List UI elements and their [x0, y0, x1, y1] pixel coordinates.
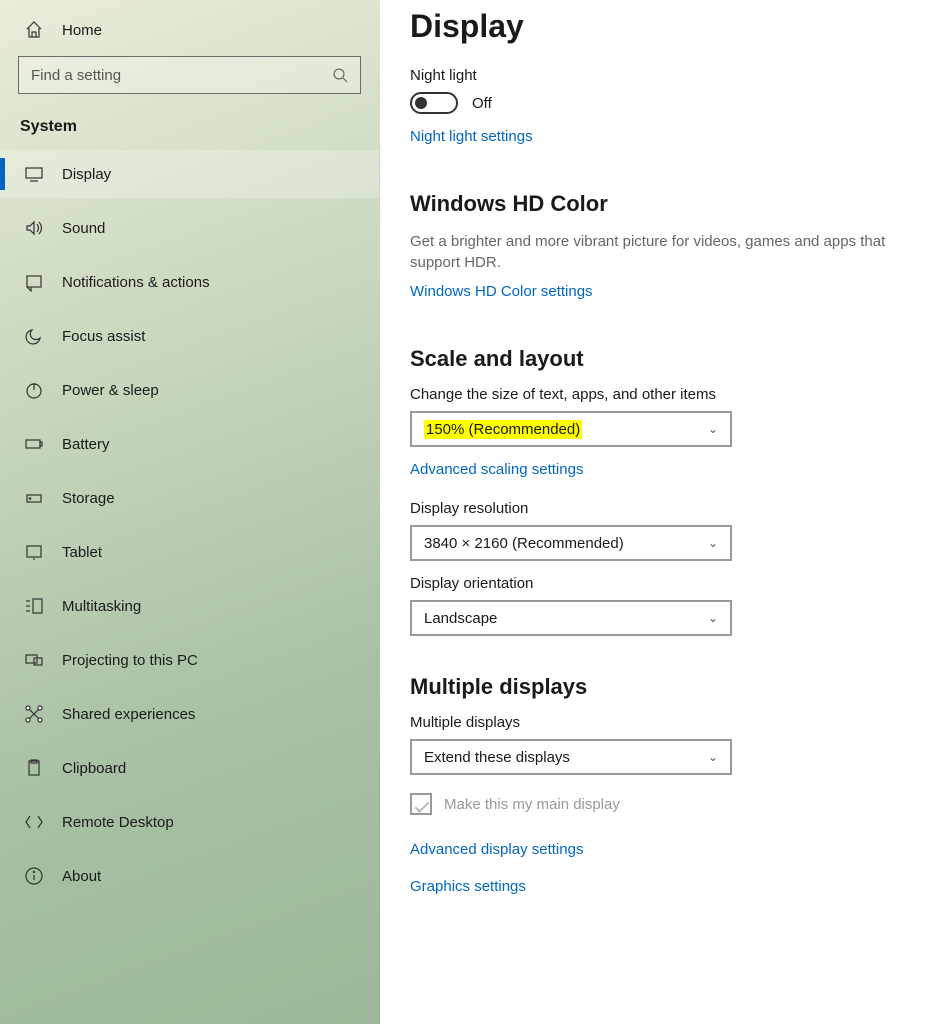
sidebar-item-label: Projecting to this PC: [62, 652, 198, 669]
main-display-checkbox-row: Make this my main display: [410, 793, 899, 815]
sidebar-item-projecting[interactable]: Projecting to this PC: [0, 636, 379, 684]
sidebar-item-display[interactable]: Display: [0, 150, 379, 198]
nightlight-toggle-row: Off: [410, 92, 899, 114]
sidebar-item-notifications[interactable]: Notifications & actions: [0, 258, 379, 306]
sidebar-item-label: Display: [62, 166, 111, 183]
chevron-down-icon: ⌄: [708, 750, 718, 764]
sidebar-item-multitasking[interactable]: Multitasking: [0, 582, 379, 630]
sidebar-item-sound[interactable]: Sound: [0, 204, 379, 252]
notifications-icon: [24, 272, 44, 292]
display-icon: [24, 164, 44, 184]
sidebar-item-label: Sound: [62, 220, 105, 237]
nightlight-label: Night light: [410, 67, 899, 84]
resolution-dropdown[interactable]: 3840 × 2160 (Recommended) ⌄: [410, 525, 732, 561]
nightlight-toggle[interactable]: [410, 92, 458, 114]
main-display-checkbox: [410, 793, 432, 815]
main-content: Display Night light Off Night light sett…: [380, 0, 929, 1024]
dropdown-value: Extend these displays: [424, 749, 570, 766]
scale-size-dropdown[interactable]: 150% (Recommended) ⌄: [410, 411, 732, 447]
focus-assist-icon: [24, 326, 44, 346]
orientation-dropdown[interactable]: Landscape ⌄: [410, 600, 732, 636]
sidebar-item-label: About: [62, 868, 101, 885]
sidebar-item-storage[interactable]: Storage: [0, 474, 379, 522]
storage-icon: [24, 488, 44, 508]
sidebar-item-label: Remote Desktop: [62, 814, 174, 831]
chevron-down-icon: ⌄: [708, 422, 718, 436]
home-label: Home: [62, 22, 102, 39]
hdcolor-desc: Get a brighter and more vibrant picture …: [410, 231, 899, 273]
dropdown-value: 3840 × 2160 (Recommended): [424, 535, 624, 552]
dropdown-value: 150% (Recommended): [424, 420, 582, 439]
page-title: Display: [410, 8, 899, 45]
sidebar: Home System Display Sound Notifications …: [0, 0, 380, 1024]
multiple-displays-dropdown[interactable]: Extend these displays ⌄: [410, 739, 732, 775]
sidebar-item-tablet[interactable]: Tablet: [0, 528, 379, 576]
advanced-display-link[interactable]: Advanced display settings: [410, 841, 899, 858]
multiple-displays-label: Multiple displays: [410, 714, 899, 731]
sidebar-item-battery[interactable]: Battery: [0, 420, 379, 468]
nightlight-state: Off: [472, 95, 492, 112]
sidebar-item-label: Storage: [62, 490, 115, 507]
search-input[interactable]: [31, 67, 332, 84]
sidebar-item-clipboard[interactable]: Clipboard: [0, 744, 379, 792]
sound-icon: [24, 218, 44, 238]
remote-desktop-icon: [24, 812, 44, 832]
projecting-icon: [24, 650, 44, 670]
scale-size-label: Change the size of text, apps, and other…: [410, 386, 899, 403]
home-icon: [24, 20, 44, 40]
chevron-down-icon: ⌄: [708, 536, 718, 550]
shared-experiences-icon: [24, 704, 44, 724]
sidebar-item-label: Notifications & actions: [62, 274, 210, 291]
hdcolor-link[interactable]: Windows HD Color settings: [410, 283, 593, 300]
chevron-down-icon: ⌄: [708, 611, 718, 625]
about-icon: [24, 866, 44, 886]
clipboard-icon: [24, 758, 44, 778]
home-link[interactable]: Home: [0, 10, 379, 54]
sidebar-item-label: Power & sleep: [62, 382, 159, 399]
sidebar-item-about[interactable]: About: [0, 852, 379, 900]
multitasking-icon: [24, 596, 44, 616]
sidebar-item-label: Focus assist: [62, 328, 145, 345]
search-icon: [332, 67, 348, 83]
sidebar-item-power-sleep[interactable]: Power & sleep: [0, 366, 379, 414]
graphics-settings-link[interactable]: Graphics settings: [410, 878, 526, 895]
sidebar-item-label: Multitasking: [62, 598, 141, 615]
sidebar-item-remote-desktop[interactable]: Remote Desktop: [0, 798, 379, 846]
search-box[interactable]: [18, 56, 361, 94]
orientation-label: Display orientation: [410, 575, 899, 592]
hdcolor-heading: Windows HD Color: [410, 191, 899, 217]
sidebar-item-focus-assist[interactable]: Focus assist: [0, 312, 379, 360]
resolution-label: Display resolution: [410, 500, 899, 517]
sidebar-item-label: Clipboard: [62, 760, 126, 777]
sidebar-item-label: Battery: [62, 436, 110, 453]
sidebar-item-shared-experiences[interactable]: Shared experiences: [0, 690, 379, 738]
advanced-scaling-link[interactable]: Advanced scaling settings: [410, 461, 583, 478]
battery-icon: [24, 434, 44, 454]
scale-heading: Scale and layout: [410, 346, 899, 372]
dropdown-value: Landscape: [424, 610, 497, 627]
main-display-checkbox-label: Make this my main display: [444, 796, 620, 813]
multiple-displays-heading: Multiple displays: [410, 674, 899, 700]
sidebar-item-label: Tablet: [62, 544, 102, 561]
sidebar-item-label: Shared experiences: [62, 706, 195, 723]
tablet-icon: [24, 542, 44, 562]
nightlight-settings-link[interactable]: Night light settings: [410, 128, 533, 145]
power-icon: [24, 380, 44, 400]
sidebar-category: System: [0, 112, 379, 150]
